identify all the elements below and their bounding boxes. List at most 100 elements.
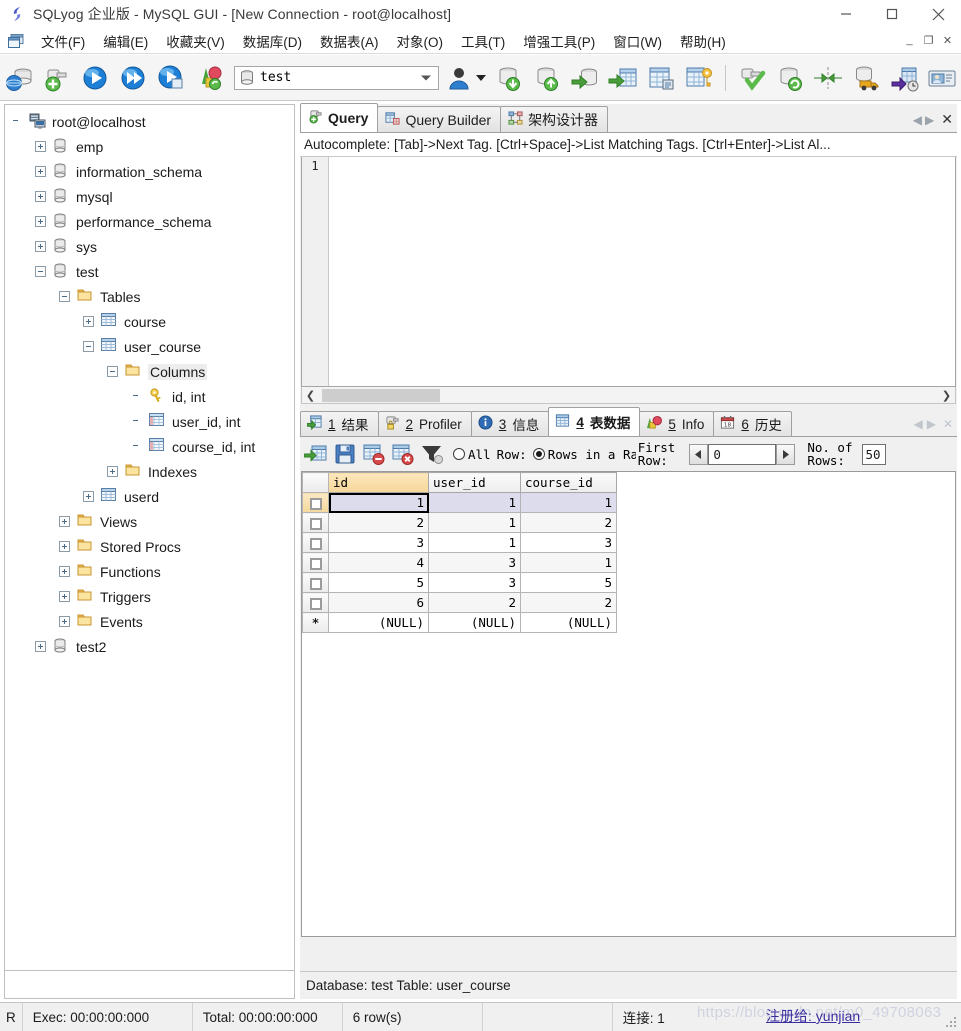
db-up-icon[interactable] [531,62,563,94]
row-selector[interactable] [302,512,329,533]
tree-node-functions[interactable]: Functions [5,559,294,584]
expand-icon[interactable] [35,216,46,227]
menu-window[interactable]: 窗口(W) [604,29,671,53]
row-checkbox[interactable] [309,557,322,570]
cell-course_id-row6[interactable]: 2 [520,592,617,613]
expand-icon[interactable] [59,616,70,627]
db-refresh-icon[interactable] [774,62,806,94]
tab-query-builder[interactable]: Query Builder [377,106,502,132]
column-header-id[interactable]: id [328,472,429,493]
row-checkbox[interactable] [309,537,322,550]
cell-course_id-row2[interactable]: 2 [520,512,617,533]
editor-text-area[interactable] [330,157,955,386]
tab-result[interactable]: 1 结果 [300,411,379,436]
cell-course_id-row3[interactable]: 3 [520,532,617,553]
row-checkbox[interactable] [309,577,322,590]
tree-node-test[interactable]: test [5,259,294,284]
maximize-icon[interactable] [869,0,915,28]
table-row[interactable]: 535 [302,572,617,593]
all-rows-radio[interactable] [453,448,465,460]
delete-row-icon[interactable] [362,442,386,466]
floppy-icon[interactable] [333,442,357,466]
db-down-icon[interactable] [493,62,525,94]
tree-node-course[interactable]: course [5,309,294,334]
tree-node-user_id-int[interactable]: user_id, int [5,409,294,434]
cell-id-row2[interactable]: 2 [328,512,429,533]
tree-node-course_id-int[interactable]: course_id, int [5,434,294,459]
column-header-user_id[interactable]: user_id [428,472,521,493]
table-row[interactable]: 622 [302,592,617,613]
tab-profiler[interactable]: 2 Profiler [377,411,472,436]
cell-course_id-row5[interactable]: 5 [520,572,617,593]
column-header-course_id[interactable]: course_id [520,472,617,493]
grid-corner-cell[interactable] [302,472,329,493]
tree-node-user_course[interactable]: user_course [5,334,294,359]
expand-icon[interactable] [35,141,46,152]
cell-course_id-row7[interactable]: (NULL) [520,612,617,633]
result-tab-prev-icon[interactable]: ◀ [913,417,922,431]
cell-id-row1[interactable]: 1 [328,492,429,513]
row-checkbox[interactable] [309,497,322,510]
table-export-icon[interactable] [607,62,639,94]
save-connection-icon[interactable] [41,62,73,94]
user-manager-button[interactable] [447,65,490,91]
tab-close-icon[interactable]: ✕ [941,111,953,128]
table-row[interactable]: 431 [302,552,617,573]
rows-in-range-radio[interactable] [532,448,545,460]
discard-icon[interactable] [391,442,415,466]
cell-course_id-row4[interactable]: 1 [520,552,617,573]
row-selector[interactable] [302,572,329,593]
paint-check-icon[interactable] [736,62,768,94]
tab-prev-icon[interactable]: ◀ [913,113,922,127]
cell-course_id-row1[interactable]: 1 [520,492,617,513]
all-rows-radio-group[interactable]: All [453,447,491,462]
sql-editor[interactable]: 1 [301,157,956,387]
menu-table[interactable]: 数据表(A) [311,29,388,53]
tree-node-indexes[interactable]: Indexes [5,459,294,484]
tree-node-tables[interactable]: Tables [5,284,294,309]
cell-user_id-row5[interactable]: 3 [428,572,521,593]
collapse-icon[interactable] [59,291,70,302]
tab-history[interactable]: 18 6 历史 [713,411,792,436]
no-of-rows-input[interactable]: 50 [862,443,887,465]
cell-user_id-row3[interactable]: 1 [428,532,521,553]
cell-user_id-row2[interactable]: 1 [428,512,521,533]
cell-user_id-row6[interactable]: 2 [428,592,521,613]
user-dropdown-caret-icon[interactable] [476,74,486,81]
table-row[interactable]: 212 [302,512,617,533]
menu-powertools[interactable]: 增强工具(P) [514,29,604,53]
expand-icon[interactable] [59,566,70,577]
result-tab-close-icon[interactable]: ✕ [943,417,953,431]
tree-node-test2[interactable]: test2 [5,634,294,659]
filter-icon[interactable] [420,442,444,466]
chevron-down-icon[interactable] [421,75,431,80]
menu-database[interactable]: 数据库(D) [234,29,311,53]
tree-node-emp[interactable]: emp [5,134,294,159]
tree-node-userd[interactable]: userd [5,484,294,509]
play-newtab-icon[interactable] [155,62,187,94]
tree-node-sys[interactable]: sys [5,234,294,259]
table-row[interactable]: * (NULL) (NULL) (NULL) [302,612,617,633]
data-grid-body[interactable]: 1 1 1 2 1 2 3 1 3 4 3 1 5 3 5 6 2 2 * (NULL) (NULL) (NULL) [302,492,617,633]
mdi-restore-icon[interactable]: ❐ [919,29,938,51]
menu-tools[interactable]: 工具(T) [452,29,514,53]
object-browser-panel[interactable]: root@localhost emp information_schema mysql… [4,104,295,971]
menu-object[interactable]: 对象(O) [388,29,453,53]
cell-user_id-row1[interactable]: 1 [428,492,521,513]
tab-next-icon[interactable]: ▶ [925,113,934,127]
truck-icon[interactable] [850,62,882,94]
refresh-grid-icon[interactable] [303,442,328,466]
mdi-close-icon[interactable]: ✕ [938,29,957,51]
table-info-icon[interactable] [645,62,677,94]
cell-user_id-row7[interactable]: (NULL) [428,612,521,633]
cell-user_id-row4[interactable]: 3 [428,552,521,573]
rows-in-range-radio-group[interactable]: Rows in a Range [532,447,636,462]
row-selector[interactable] [302,552,329,573]
expand-icon[interactable] [83,491,94,502]
data-grid[interactable]: id user_id course_id 1 1 1 2 1 2 3 1 3 4 3 1 5 3 5 6 2 2 *… [302,472,617,633]
menu-file[interactable]: 文件(F) [32,29,94,53]
sync-icon[interactable] [812,62,844,94]
tree-node-views[interactable]: Views [5,509,294,534]
tree-node-triggers[interactable]: Triggers [5,584,294,609]
first-row-prev-button[interactable] [689,443,709,465]
